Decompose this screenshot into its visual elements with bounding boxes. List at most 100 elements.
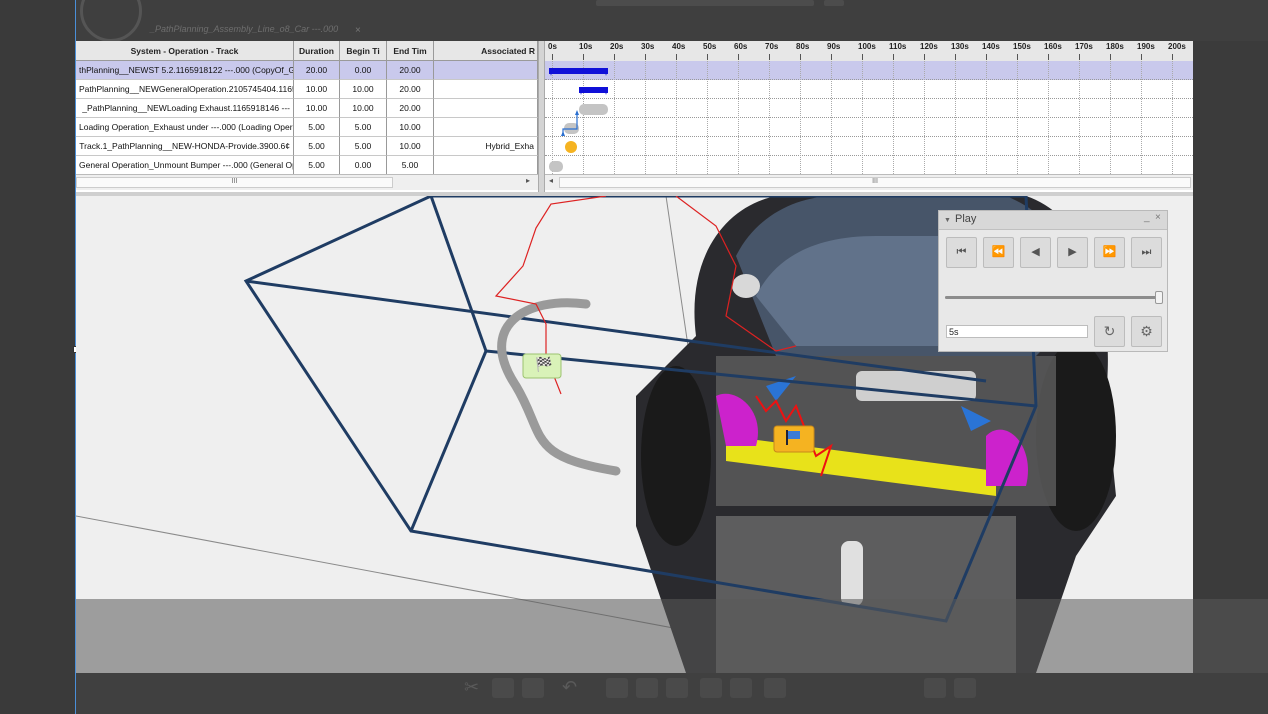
- toolbar-tool-icon[interactable]: [666, 678, 688, 698]
- toolbar-slot: [824, 0, 844, 6]
- associated-cell: [434, 118, 538, 137]
- table-row[interactable]: Loading Operation_Exhaust under ---.000 …: [76, 118, 538, 137]
- play-panel-titlebar[interactable]: ▼ Play _ ×: [939, 211, 1167, 230]
- grid-scroll-thumb[interactable]: III: [76, 177, 393, 188]
- document-tab-title[interactable]: _PathPlanning_Assembly_Line_o8_Car ---.0…: [150, 24, 338, 34]
- table-row[interactable]: _PathPlanning__NEWLoading Exhaust.116591…: [76, 99, 538, 118]
- car-muffler: [856, 371, 976, 401]
- duration-cell: 5.00: [294, 137, 340, 156]
- undo-icon[interactable]: ↶: [562, 677, 577, 698]
- operation-name: General Operation_Unmount Bumper ---.000…: [76, 156, 294, 175]
- begin-cell: 10.00: [340, 80, 387, 99]
- column-header-end[interactable]: End Tim: [387, 41, 434, 61]
- column-header-duration[interactable]: Duration: [294, 41, 340, 61]
- operation-name: thPlanning__NEWST 5.2.1165918122 ---.000…: [76, 61, 294, 80]
- close-icon[interactable]: ×: [1155, 212, 1161, 223]
- left-dock: [0, 0, 75, 714]
- duration-cell: 10.00: [294, 99, 340, 118]
- operation-name: Loading Operation_Exhaust under ---.000 …: [76, 118, 294, 137]
- toolbar-tool-icon[interactable]: [924, 678, 946, 698]
- sequence-editor: System - Operation - Track Duration Begi…: [76, 41, 1193, 192]
- timeline-scroll-thumb[interactable]: III: [559, 177, 1191, 188]
- document-tab-close-icon[interactable]: ×: [355, 25, 361, 36]
- duration-cell: 5.00: [294, 156, 340, 175]
- scroll-right-arrow-icon[interactable]: ▸: [526, 176, 530, 185]
- reset-button[interactable]: ↻: [1094, 316, 1125, 347]
- grid-timeline-splitter[interactable]: [538, 41, 545, 192]
- duration-cell: 10.00: [294, 80, 340, 99]
- gantt-bar[interactable]: [579, 87, 608, 93]
- collapse-triangle-icon[interactable]: ▼: [944, 217, 951, 224]
- table-row[interactable]: thPlanning__NEWST 5.2.1165918122 ---.000…: [76, 61, 538, 80]
- viewport-overlay: [76, 599, 1268, 673]
- playback-slider[interactable]: [945, 296, 1159, 299]
- toolbar-tool-icon[interactable]: [730, 678, 752, 698]
- duration-cell: 5.00: [294, 118, 340, 137]
- end-cell: 10.00: [387, 137, 434, 156]
- gantt-link-arrowhead: [575, 110, 579, 115]
- toolbar-tool-icon[interactable]: [700, 678, 722, 698]
- toolbar-tool-icon[interactable]: [954, 678, 976, 698]
- toolbar-slot: [596, 0, 814, 6]
- column-header-operation[interactable]: System - Operation - Track: [76, 41, 294, 61]
- gantt-bar[interactable]: [579, 104, 608, 115]
- checkered-flag-icon: 🏁: [535, 356, 553, 372]
- grid-horizontal-scrollbar[interactable]: III ▸: [76, 174, 538, 190]
- end-cell: 20.00: [387, 80, 434, 99]
- toolbar-tool-icon[interactable]: [764, 678, 786, 698]
- car-tow-hook: [732, 274, 760, 298]
- table-row[interactable]: Track.1_PathPlanning__NEW-HONDA-Provide.…: [76, 137, 538, 156]
- begin-cell: 5.00: [340, 137, 387, 156]
- step-forward-button[interactable]: ⏩: [1094, 237, 1125, 268]
- operation-name: _PathPlanning__NEWLoading Exhaust.116591…: [76, 99, 294, 118]
- operation-grid: System - Operation - Track Duration Begi…: [76, 41, 538, 192]
- scroll-left-arrow-icon[interactable]: ◂: [549, 176, 553, 185]
- end-cell: 5.00: [387, 156, 434, 175]
- gantt-bar[interactable]: [549, 68, 608, 74]
- begin-cell: 0.00: [340, 61, 387, 80]
- gantt-bar[interactable]: [549, 161, 563, 172]
- playback-slider-fill: [945, 296, 1159, 299]
- begin-cell: 10.00: [340, 99, 387, 118]
- play-reverse-button[interactable]: ◀: [1020, 237, 1051, 268]
- toolbar-tool-icon[interactable]: [606, 678, 628, 698]
- timeline-horizontal-scrollbar[interactable]: ◂ III: [545, 174, 1193, 190]
- play-panel-title: Play: [955, 213, 977, 225]
- column-header-begin[interactable]: Begin Ti: [340, 41, 387, 61]
- begin-cell: 5.00: [340, 118, 387, 137]
- table-row[interactable]: General Operation_Unmount Bumper ---.000…: [76, 156, 538, 175]
- end-cell: 20.00: [387, 99, 434, 118]
- duration-cell: 20.00: [294, 61, 340, 80]
- associated-cell: [434, 61, 538, 80]
- jump-to-end-button[interactable]: ⏭: [1131, 237, 1162, 268]
- begin-cell: 0.00: [340, 156, 387, 175]
- gantt-link-arrowhead: [561, 131, 565, 136]
- paste-icon[interactable]: [522, 678, 544, 698]
- toolbar-tool-icon[interactable]: [636, 678, 658, 698]
- blue-flag-icon: [784, 429, 802, 445]
- play-forward-button[interactable]: ▶: [1057, 237, 1088, 268]
- end-cell: 20.00: [387, 61, 434, 80]
- minimize-icon[interactable]: _: [1144, 212, 1150, 223]
- playback-slider-thumb[interactable]: [1155, 291, 1163, 304]
- gantt-timeline: 0s 10s 20s 30s 40s 50s 60s 70s 80s 90s 100s 110s 120…: [545, 41, 1193, 192]
- associated-cell: [434, 99, 538, 118]
- play-panel: ▼ Play _ × ⏮ ⏪ ◀ ▶ ⏩ ⏭ 5s ↻ ⚙: [938, 210, 1168, 352]
- column-header-associated[interactable]: Associated R: [434, 41, 538, 61]
- step-back-button[interactable]: ⏪: [983, 237, 1014, 268]
- bounding-box-edge: [429, 196, 488, 352]
- gantt-bars: [549, 68, 608, 172]
- gantt-event-dot[interactable]: [565, 141, 577, 153]
- cut-icon[interactable]: ✂: [464, 677, 479, 698]
- table-row[interactable]: PathPlanning__NEWGeneralOperation.210574…: [76, 80, 538, 99]
- copy-icon[interactable]: [492, 678, 514, 698]
- car-tire-left: [641, 366, 711, 546]
- associated-cell: Hybrid_Exha: [434, 137, 538, 156]
- jump-to-start-button[interactable]: ⏮: [946, 237, 977, 268]
- associated-cell: [434, 80, 538, 99]
- car-shock-absorber: [841, 541, 863, 606]
- settings-button[interactable]: ⚙: [1131, 316, 1162, 347]
- operation-name: PathPlanning__NEWGeneralOperation.210574…: [76, 80, 294, 99]
- time-input[interactable]: 5s: [946, 325, 1088, 338]
- associated-cell: [434, 156, 538, 175]
